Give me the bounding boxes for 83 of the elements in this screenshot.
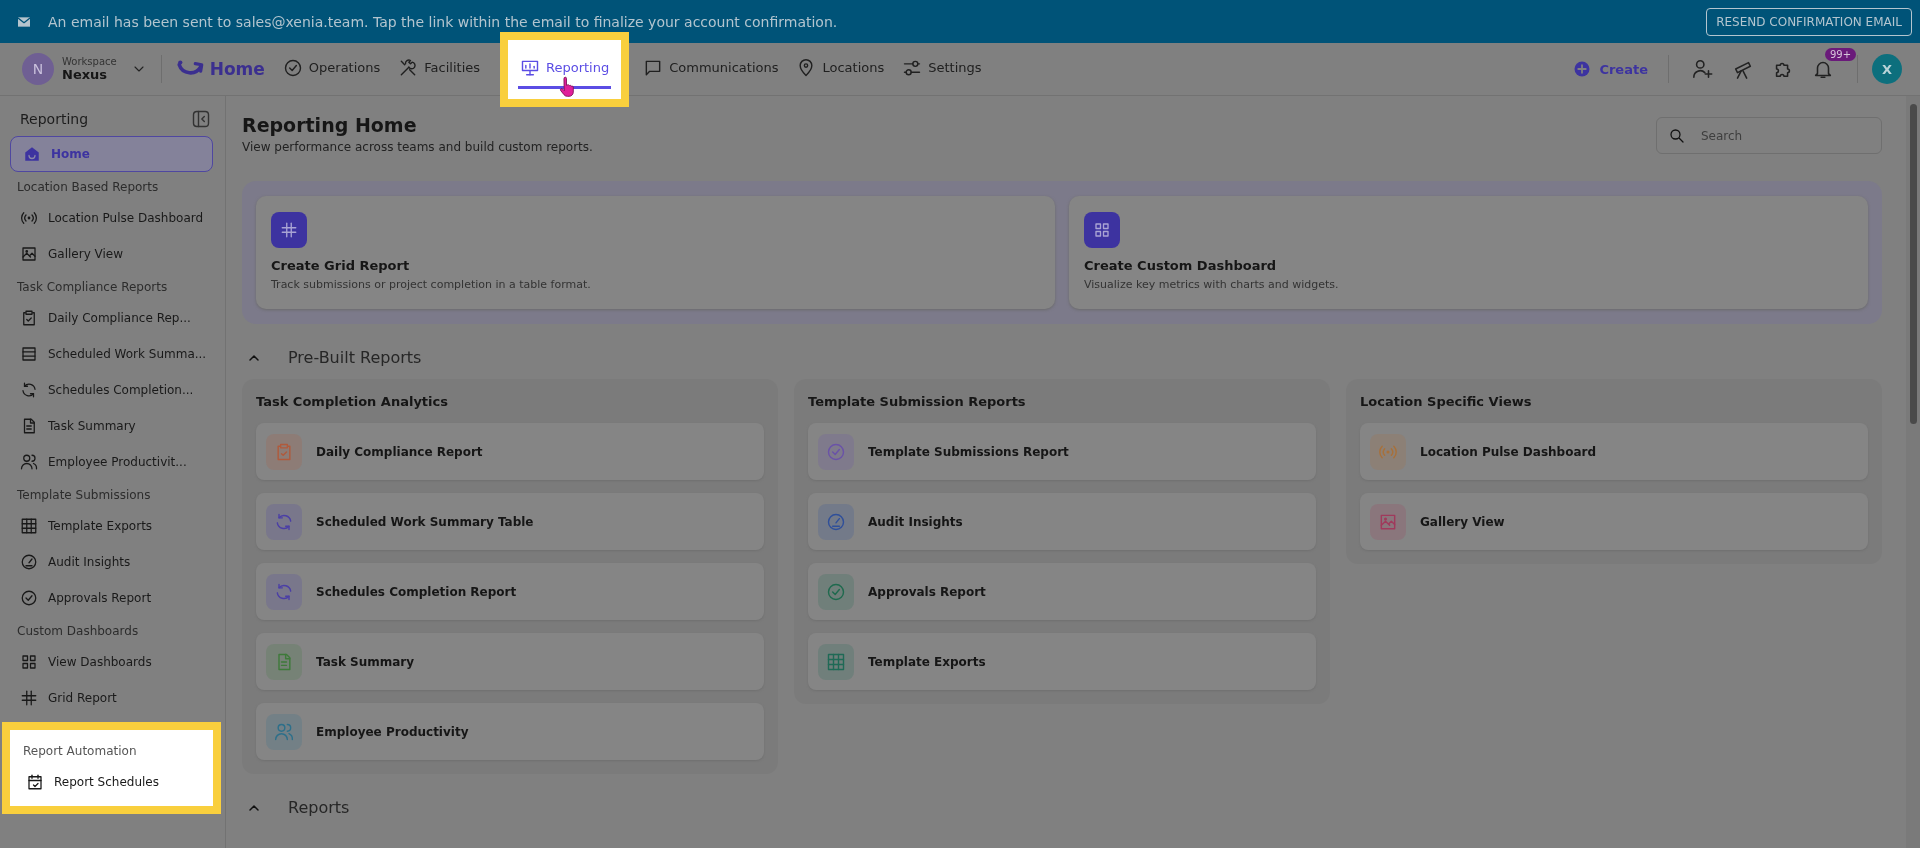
report-card[interactable]: Template Submissions Report [808,423,1316,480]
checkmark-circle-icon [282,57,303,78]
sidebar-item[interactable]: View Dashboards [10,644,213,680]
hash-icon [20,689,38,707]
image-icon [20,245,38,263]
sidebar-item[interactable]: Scheduled Work Summa... [10,336,213,372]
people-icon [20,453,38,471]
sidebar-item[interactable]: Template Exports [10,508,213,544]
sidebar-section-label: Custom Dashboards [16,623,140,640]
report-card[interactable]: Audit Insights [808,493,1316,550]
sidebar-item[interactable]: Audit Insights [10,544,213,580]
group-title: Task Completion Analytics [256,393,449,410]
sidebar-item[interactable]: Report Schedules [16,764,207,800]
search-field[interactable]: Search [1656,117,1882,154]
sidebar-item[interactable]: Home [10,136,213,172]
gauge-icon [20,553,38,571]
hash-icon [271,212,307,248]
create-button[interactable]: Create [1567,59,1654,79]
report-card[interactable]: Gallery View [1360,493,1868,550]
collapse-panel-icon[interactable] [191,109,211,129]
sidebar-section-label: Task Compliance Reports [16,279,169,296]
home-icon [23,145,41,163]
plus-circle-icon [1573,60,1592,78]
sidebar-item[interactable]: Location Pulse Dashboard [10,200,213,236]
home-link[interactable]: Home [175,52,265,86]
card-description: Track submissions or project completion in a table format. [271,278,592,291]
card-title: Create Grid Report [271,258,411,273]
report-card[interactable]: Daily Compliance Report [256,423,764,480]
sidebar-item[interactable]: Gallery View [10,236,213,272]
sidebar-item[interactable]: Schedules Completion... [10,372,213,408]
clipboard-check-icon [20,309,38,327]
grid-icon [20,517,38,535]
dashboard-tiles-icon [20,653,38,671]
workspace-name: Nexus [62,67,109,82]
hand-cursor-icon [558,75,575,98]
refresh-icon [20,381,38,399]
sidebar-section-label: Template Submissions [16,487,152,504]
search-icon [1668,127,1686,145]
group-title: Location Specific Views [1360,393,1533,410]
sidebar-section-label: Location Based Reports [16,179,160,196]
section-title: Reports [288,798,350,817]
resend-email-button[interactable]: RESEND CONFIRMATION EMAIL [1706,7,1912,36]
workspace-avatar: N [22,53,54,85]
sidebar-section-label: Report Automation [22,743,138,760]
user-avatar[interactable]: X [1872,54,1902,84]
sidebar-item[interactable]: Task Summary [10,408,213,444]
report-card[interactable]: Scheduled Work Summary Table [256,493,764,550]
sidebar-item[interactable]: Employee Productivit... [10,444,213,480]
calendar-check-icon [26,773,44,791]
sidebar-item[interactable]: Daily Compliance Rep... [10,300,213,336]
report-card[interactable]: Employee Productivity [256,703,764,760]
nav-tab[interactable]: Communications [641,49,781,89]
report-card[interactable]: Task Summary [256,633,764,690]
nav-tab[interactable]: Operations [280,49,383,89]
nav-tab[interactable]: Locations [794,49,887,89]
workspace-label: Workspace [62,56,117,67]
checkmark-circle-icon [20,589,38,607]
add-user-icon[interactable] [1692,58,1714,80]
sidebar-title: Reporting [20,111,89,127]
create-card[interactable]: Create Grid Report Track submissions or project completion in a table format. [256,196,1055,309]
tools-icon [398,57,419,78]
card-description: Visualize key metrics with charts and widgets. [1084,278,1340,291]
scrollbar[interactable] [1906,96,1920,848]
report-card[interactable]: Schedules Completion Report [256,563,764,620]
table-rows-icon [20,345,38,363]
banner-message: An email has been sent to sales@xenia.team. Tap the link within the email to finalize your account confirmation. [48,13,839,30]
notification-count: 99+ [1825,48,1857,61]
signal-waves-icon [20,209,38,227]
page-title: Reporting Home [242,114,418,136]
create-card[interactable]: Create Custom Dashboard Visualize key metrics with charts and widgets. [1069,196,1868,309]
group-title: Template Submission Reports [808,393,1027,410]
section-title: Pre-Built Reports [288,348,422,367]
workspace-switcher[interactable]: N Workspace Nexus [22,53,147,85]
sidebar-item[interactable]: Grid Report [10,680,213,716]
report-card[interactable]: Approvals Report [808,563,1316,620]
nav-tab[interactable]: Settings [900,49,984,89]
report-card[interactable]: Template Exports [808,633,1316,690]
sidebar-item[interactable]: Approvals Report [10,580,213,616]
dashboard-tiles-icon [1084,212,1120,248]
report-card[interactable]: Location Pulse Dashboard [1360,423,1868,480]
card-title: Create Custom Dashboard [1084,258,1278,273]
nav-tab[interactable]: Facilities [396,49,482,89]
page-subtitle: View performance across teams and build custom reports. [242,140,593,154]
